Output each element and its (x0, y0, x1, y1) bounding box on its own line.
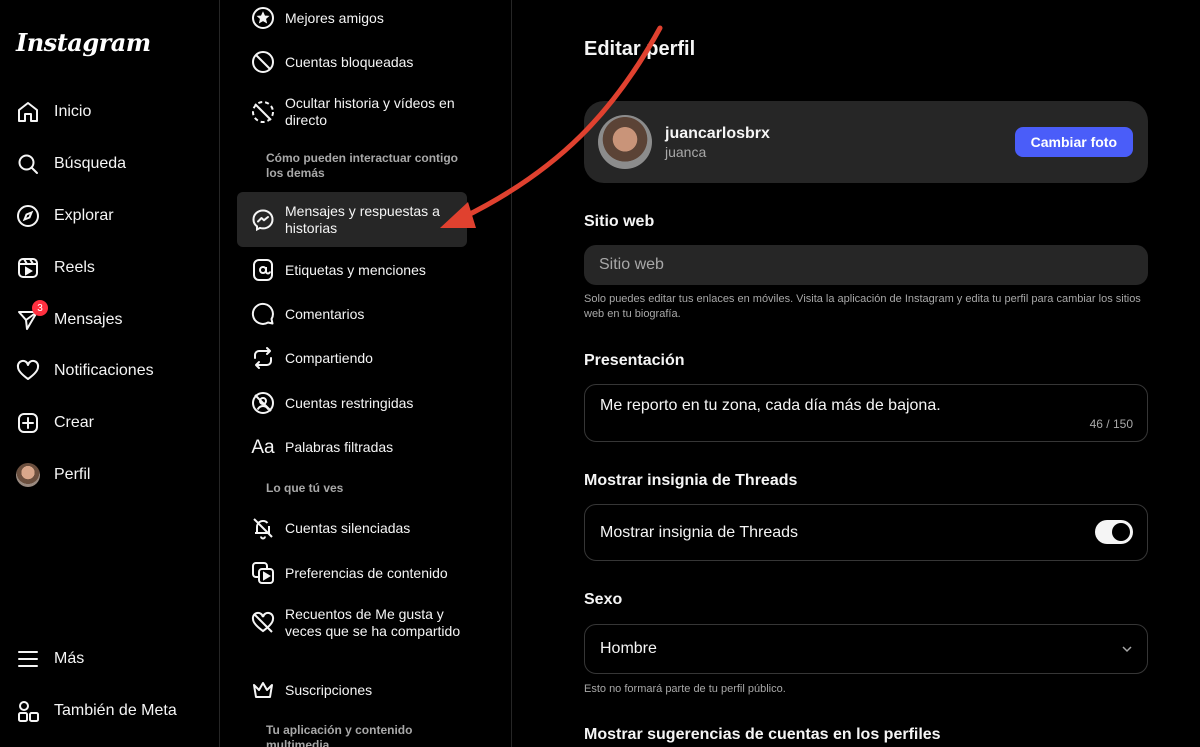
plus-square-icon (16, 411, 40, 435)
chevron-down-icon (1121, 643, 1133, 655)
section-header: Lo que tú ves (266, 481, 344, 495)
nav-item-inicio[interactable]: Inicio (16, 98, 91, 126)
gender-help-text: Esto no formará parte de tu perfil públi… (584, 683, 786, 695)
profile-card: juancarlosbrx juanca Cambiar foto (584, 101, 1148, 183)
nav-label: Notificaciones (54, 362, 154, 379)
gender-label: Sexo (584, 591, 623, 608)
threads-toggle[interactable] (1095, 520, 1133, 544)
threads-label: Mostrar insignia de Threads (584, 472, 798, 489)
change-photo-button[interactable]: Cambiar foto (1014, 127, 1133, 157)
avatar (16, 463, 40, 487)
threads-badge-row: Mostrar insignia de Threads (584, 504, 1148, 561)
repost-icon (251, 346, 275, 370)
search-icon (16, 152, 40, 176)
section-header: Tu aplicación y contenido multimedia (266, 723, 413, 747)
suggestions-label: Mostrar sugerencias de cuentas en los pe… (584, 726, 941, 743)
heart-icon (16, 359, 40, 383)
apps-icon (16, 699, 40, 723)
nav-item-perfil[interactable]: Perfil (16, 461, 90, 489)
compass-icon (16, 204, 40, 228)
messenger-icon: 3 (16, 300, 48, 332)
nav-item-busqueda[interactable]: Búsqueda (16, 150, 126, 178)
crown-icon (251, 678, 275, 702)
nav-label: Búsqueda (54, 155, 127, 172)
unread-badge: 3 (32, 300, 48, 316)
nav-label: Reels (54, 259, 95, 276)
home-icon (16, 100, 40, 124)
comment-icon (251, 302, 275, 326)
settings-item-etiquetas[interactable]: Etiquetas y menciones (251, 258, 480, 282)
settings-item-mejores-amigos[interactable]: Mejores amigos (251, 6, 480, 30)
star-icon (251, 6, 275, 30)
settings-item-recuentos[interactable]: Recuentos de Me gusta y veces que se ha … (251, 606, 480, 640)
nav-label: Explorar (54, 207, 114, 224)
bio-textarea[interactable]: Me reporto en tu zona, cada día más de b… (584, 384, 1148, 442)
left-nav: Instagram Inicio Búsqueda Explorar Reels… (0, 0, 220, 747)
blocked-icon (251, 50, 275, 74)
nav-item-reels[interactable]: Reels (16, 254, 95, 282)
restricted-icon (251, 391, 275, 415)
heart-off-icon (251, 611, 275, 635)
nav-label: Perfil (54, 466, 91, 483)
nav-label: También de Meta (54, 702, 177, 719)
text-aa-icon: Aa (251, 436, 275, 458)
muted-bell-icon (251, 516, 275, 540)
settings-item-mensajes-respuestas[interactable]: Mensajes y respuestas a historias (237, 192, 467, 247)
nav-label: Crear (54, 414, 95, 431)
nav-item-meta[interactable]: También de Meta (16, 697, 177, 725)
threads-toggle-label: Mostrar insignia de Threads (600, 524, 799, 541)
settings-item-palabras-filtradas[interactable]: Aa Palabras filtradas (251, 435, 480, 459)
profile-avatar[interactable] (598, 115, 652, 169)
settings-item-compartiendo[interactable]: Compartiendo (251, 346, 480, 370)
nav-item-mensajes[interactable]: 3 Mensajes (16, 300, 123, 334)
page-title: Editar perfil (584, 38, 696, 60)
section-header: Cómo pueden interactuar contigo los demá… (266, 151, 459, 180)
settings-menu: Mejores amigos Cuentas bloqueadas Oculta… (221, 0, 512, 747)
nav-item-notificaciones[interactable]: Notificaciones (16, 357, 154, 385)
nav-label: Mensajes (54, 311, 123, 328)
website-label: Sitio web (584, 213, 655, 230)
menu-icon (16, 647, 40, 671)
bio-value: Me reporto en tu zona, cada día más de b… (600, 397, 941, 414)
messenger-bubble-icon (251, 208, 275, 232)
settings-item-comentarios[interactable]: Comentarios (251, 302, 480, 326)
nav-item-crear[interactable]: Crear (16, 409, 94, 437)
settings-item-restringidas[interactable]: Cuentas restringidas (251, 391, 480, 415)
settings-item-preferencias[interactable]: Preferencias de contenido (251, 561, 480, 585)
settings-item-cuentas-bloqueadas[interactable]: Cuentas bloqueadas (251, 50, 480, 74)
bio-label: Presentación (584, 352, 685, 369)
reels-icon (16, 256, 40, 280)
instagram-logo[interactable]: Instagram (16, 28, 151, 57)
nav-label: Más (54, 650, 85, 667)
website-field[interactable]: Sitio web (584, 245, 1148, 285)
nav-item-explorar[interactable]: Explorar (16, 202, 114, 230)
full-name: juanca (665, 144, 707, 160)
gender-value: Hombre (600, 640, 657, 657)
gender-select[interactable]: Hombre (584, 624, 1148, 674)
settings-item-silenciadas[interactable]: Cuentas silenciadas (251, 516, 480, 540)
username: juancarlosbrx (665, 125, 770, 142)
settings-item-suscripciones[interactable]: Suscripciones (251, 678, 480, 702)
content-prefs-icon (251, 561, 275, 585)
at-sign-icon (251, 258, 275, 282)
story-hidden-icon (251, 100, 275, 124)
website-help-text: Solo puedes editar tus enlaces en móvile… (584, 293, 1141, 320)
bio-char-counter: 46 / 150 (1089, 417, 1133, 431)
nav-item-mas[interactable]: Más (16, 645, 84, 673)
settings-item-ocultar-historia[interactable]: Ocultar historia y vídeos en directo (251, 95, 480, 129)
nav-label: Inicio (54, 103, 92, 120)
